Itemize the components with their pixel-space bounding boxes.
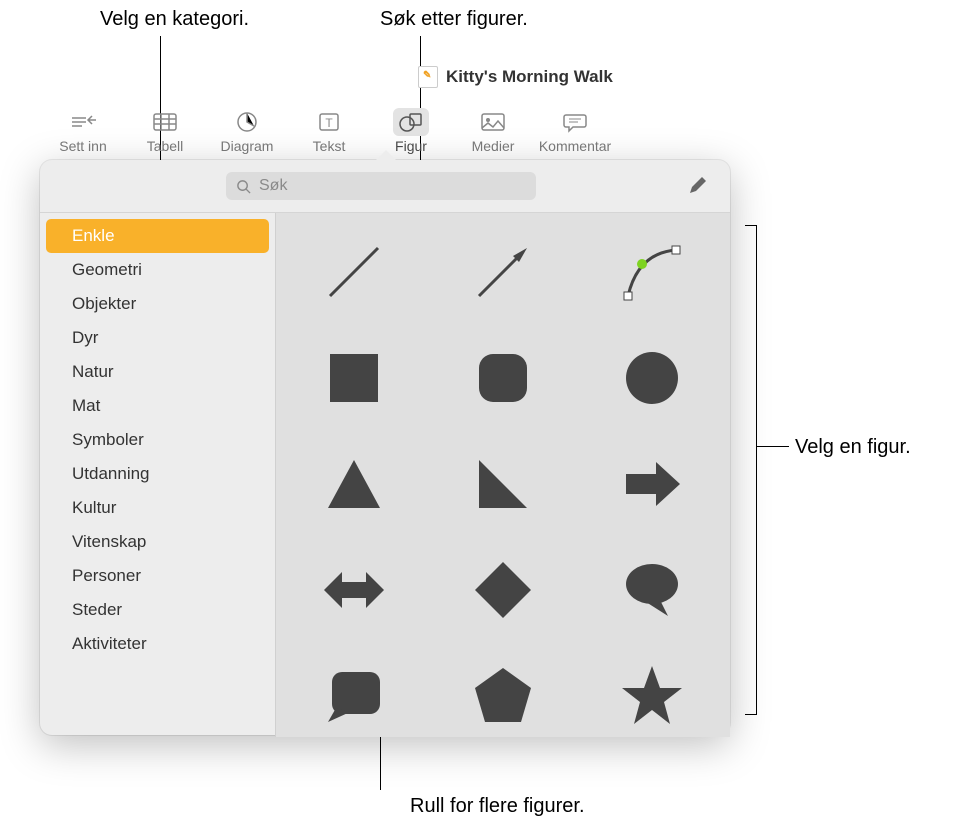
toolbar-shape[interactable]: Figur [382, 108, 440, 154]
callout-category: Velg en kategori. [100, 8, 249, 31]
callout-line-scroll [380, 732, 381, 790]
shape-arrow-line[interactable] [463, 237, 543, 307]
shape-circle[interactable] [612, 343, 692, 413]
svg-text:T: T [325, 116, 333, 130]
toolbar-media-label: Medier [472, 138, 515, 154]
window-title: Kitty's Morning Walk [418, 66, 613, 88]
category-item-personer[interactable]: Personer [40, 559, 275, 593]
toolbar-insert[interactable]: Sett inn [54, 108, 112, 154]
category-item-objekter[interactable]: Objekter [40, 287, 275, 321]
category-item-mat[interactable]: Mat [40, 389, 275, 423]
toolbar-media[interactable]: Medier [464, 108, 522, 154]
shape-square[interactable] [314, 343, 394, 413]
chart-icon [229, 108, 265, 136]
toolbar-text-label: Tekst [313, 138, 346, 154]
shape-star[interactable] [612, 661, 692, 731]
toolbar-text[interactable]: T Tekst [300, 108, 358, 154]
search-input[interactable]: Søk [226, 172, 536, 200]
shape-line[interactable] [314, 237, 394, 307]
shape-double-arrow[interactable] [314, 555, 394, 625]
toolbar-table-label: Tabell [147, 138, 184, 154]
category-item-kultur[interactable]: Kultur [40, 491, 275, 525]
category-item-symboler[interactable]: Symboler [40, 423, 275, 457]
table-icon [147, 108, 183, 136]
shape-rounded-square[interactable] [463, 343, 543, 413]
shape-triangle[interactable] [314, 449, 394, 519]
toolbar-shape-label: Figur [395, 138, 427, 154]
shape-speech-bubble[interactable] [612, 555, 692, 625]
category-item-natur[interactable]: Natur [40, 355, 275, 389]
search-icon [236, 179, 251, 194]
toolbar-comment[interactable]: Kommentar [546, 108, 604, 154]
pen-tool-button[interactable] [686, 175, 714, 197]
category-item-utdanning[interactable]: Utdanning [40, 457, 275, 491]
category-item-steder[interactable]: Steder [40, 593, 275, 627]
shape-curve[interactable] [612, 237, 692, 307]
popover-body: Enkle Geometri Objekter Dyr Natur Mat Sy… [40, 212, 730, 737]
toolbar-chart-label: Diagram [221, 138, 274, 154]
callout-pick: Velg en figur. [795, 436, 911, 459]
toolbar-chart[interactable]: Diagram [218, 108, 276, 154]
callout-search: Søk etter figurer. [380, 8, 528, 31]
toolbar-comment-label: Kommentar [539, 138, 611, 154]
shape-right-triangle[interactable] [463, 449, 543, 519]
shape-icon [393, 108, 429, 136]
category-item-dyr[interactable]: Dyr [40, 321, 275, 355]
bracket-shapes [745, 225, 757, 715]
category-item-geometri[interactable]: Geometri [40, 253, 275, 287]
comment-icon [557, 108, 593, 136]
search-placeholder: Søk [259, 177, 287, 195]
shape-pentagon[interactable] [463, 661, 543, 731]
category-item-enkle[interactable]: Enkle [46, 219, 269, 253]
media-icon [475, 108, 511, 136]
main-toolbar: Sett inn Tabell Diagram T Tekst Figur Me… [40, 100, 618, 162]
toolbar-table[interactable]: Tabell [136, 108, 194, 154]
category-item-aktiviteter[interactable]: Aktiviteter [40, 627, 275, 661]
callout-scroll: Rull for flere figurer. [410, 795, 585, 818]
document-icon [418, 66, 438, 88]
category-list[interactable]: Enkle Geometri Objekter Dyr Natur Mat Sy… [40, 213, 275, 737]
text-icon: T [311, 108, 347, 136]
shape-diamond[interactable] [463, 555, 543, 625]
pen-icon [686, 175, 714, 197]
document-title: Kitty's Morning Walk [446, 67, 613, 87]
insert-icon [65, 108, 101, 136]
category-item-vitenskap[interactable]: Vitenskap [40, 525, 275, 559]
shapes-popover: Søk Enkle Geometri Objekter Dyr Natur Ma… [40, 160, 730, 735]
popover-header: Søk [40, 160, 730, 212]
shapes-panel[interactable] [275, 213, 730, 737]
toolbar-insert-label: Sett inn [59, 138, 106, 154]
callout-line-pick [757, 446, 789, 447]
shape-arrow-right[interactable] [612, 449, 692, 519]
shape-callout-box[interactable] [314, 661, 394, 731]
shapes-grid [304, 237, 702, 731]
